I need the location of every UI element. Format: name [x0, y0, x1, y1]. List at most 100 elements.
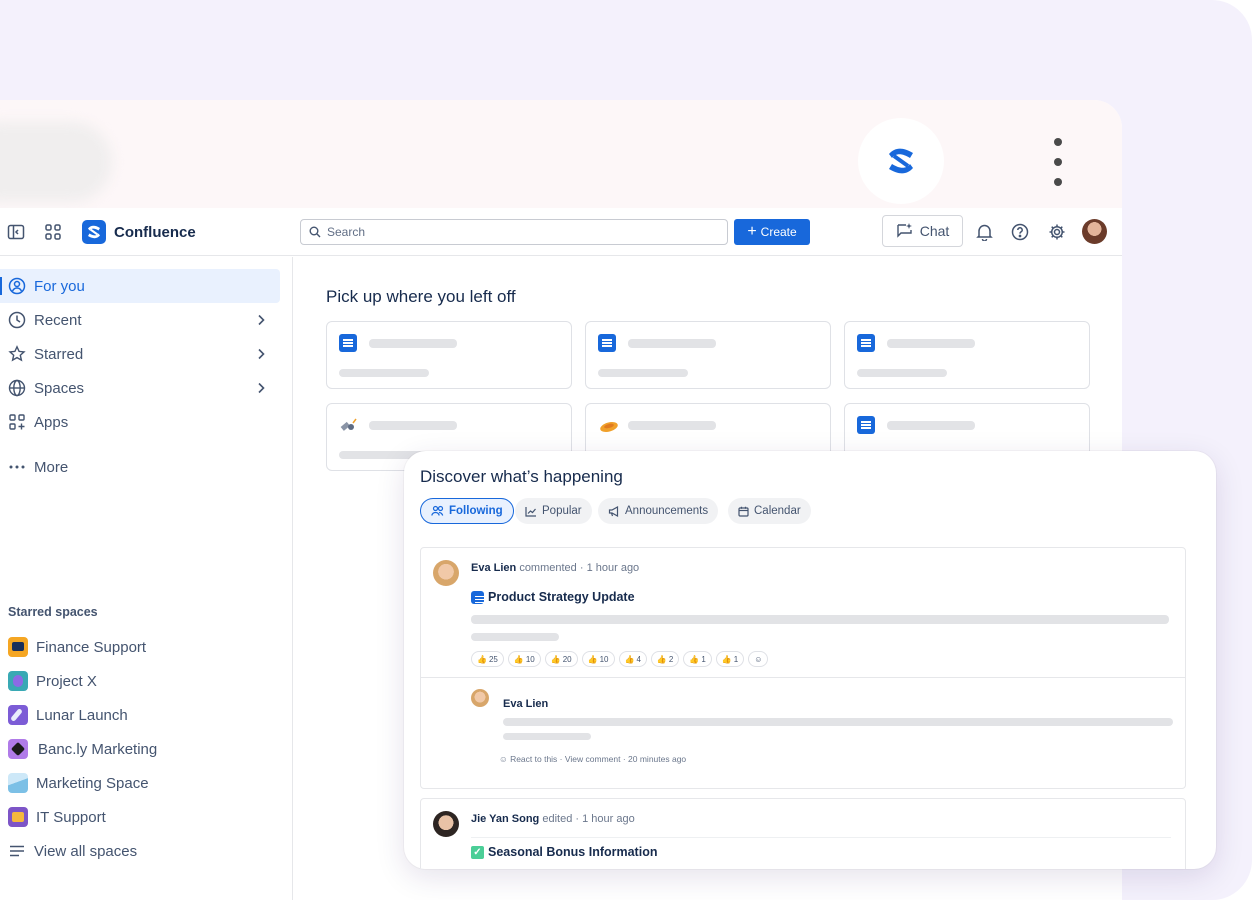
space-label: Project X	[36, 672, 97, 690]
sidebar-item-spaces[interactable]: Spaces	[0, 371, 280, 405]
placeholder-bar	[339, 369, 429, 377]
search-input[interactable]	[327, 225, 707, 239]
pick-up-title: Pick up where you left off	[326, 287, 516, 306]
settings-icon[interactable]	[1046, 221, 1068, 243]
author-name[interactable]: Jie Yan Song	[471, 813, 539, 825]
author-avatar[interactable]	[433, 560, 459, 586]
feed-item[interactable]: Eva Lien commented · 1 hour ago Product …	[420, 547, 1186, 789]
sidebar-item-starred[interactable]: Starred	[0, 337, 280, 371]
page-icon	[857, 416, 875, 434]
mountain-space-icon	[8, 773, 28, 793]
bancly-space-icon	[8, 739, 28, 759]
finance-space-icon	[8, 637, 28, 657]
notifications-icon[interactable]	[973, 221, 995, 243]
tab-label: Announcements	[625, 505, 709, 517]
smiley-icon: ☺	[754, 654, 763, 664]
chat-sparkle-icon	[897, 223, 912, 238]
sidebar-item-label: Recent	[34, 311, 82, 329]
plus-icon: +	[747, 223, 757, 240]
reaction-chip[interactable]: 👍 4	[618, 651, 647, 667]
chevron-right-icon[interactable]	[254, 381, 268, 395]
sidebar-item-label: View all spaces	[34, 842, 138, 860]
comment-time: 20 minutes ago	[628, 754, 687, 764]
tab-label: Following	[449, 505, 503, 517]
frisbee-icon	[600, 422, 618, 432]
tab-following[interactable]: Following	[420, 498, 514, 524]
post-meta: Eva Lien commented · 1 hour ago	[471, 562, 640, 574]
sidebar-view-all-spaces[interactable]: View all spaces	[0, 834, 280, 868]
view-comment-link[interactable]: View comment	[565, 754, 621, 764]
placeholder-bar	[598, 369, 688, 377]
sidebar-space-lunar-launch[interactable]: Lunar Launch	[0, 698, 280, 732]
space-label: Marketing Space	[36, 774, 149, 792]
divider	[421, 677, 1185, 678]
post-title-text: Product Strategy Update	[488, 590, 635, 604]
brand[interactable]: Confluence	[82, 220, 196, 244]
comment-author[interactable]: Eva Lien	[503, 698, 548, 710]
recent-card[interactable]	[585, 321, 831, 389]
chat-button[interactable]: Chat	[882, 215, 963, 247]
create-button[interactable]: + Create	[734, 219, 810, 245]
tab-label: Calendar	[754, 505, 801, 517]
reaction-chip[interactable]: 👍 10	[581, 651, 615, 667]
reaction-chip[interactable]: 👍 1	[715, 651, 745, 667]
reaction-chip[interactable]: 👍 25	[471, 651, 504, 667]
page-icon	[339, 334, 357, 352]
placeholder-bar	[887, 421, 975, 430]
reaction-chip[interactable]: 👍 20	[544, 651, 578, 667]
react-to-this-link[interactable]: React to this	[510, 754, 557, 764]
thumbs-up-icon: 👍	[477, 654, 487, 664]
user-avatar[interactable]	[1082, 219, 1107, 244]
sidebar-space-bancly-marketing[interactable]: Banc.ly Marketing	[0, 732, 280, 766]
clock-icon	[8, 311, 26, 329]
app-name: Confluence	[114, 223, 196, 241]
tab-announcements[interactable]: Announcements	[598, 498, 719, 524]
sidebar-toggle-icon[interactable]	[6, 222, 26, 242]
reaction-chip[interactable]: 👍 10	[507, 651, 541, 667]
add-reaction-button[interactable]: ☺	[748, 651, 769, 667]
sidebar-item-for-you[interactable]: For you	[0, 269, 280, 303]
sidebar-item-apps[interactable]: Apps	[0, 405, 280, 439]
post-title[interactable]: ✓ Seasonal Bonus Information	[471, 845, 657, 859]
list-icon	[10, 845, 24, 857]
star-icon	[8, 345, 26, 362]
app-switcher-icon[interactable]	[43, 222, 63, 242]
search-box[interactable]	[300, 219, 728, 245]
more-options-icon[interactable]	[1048, 138, 1068, 186]
feed-item[interactable]: Jie Yan Song edited · 1 hour ago ✓ Seaso…	[420, 798, 1186, 869]
sidebar-item-more[interactable]: More	[0, 450, 280, 484]
search-icon	[309, 226, 321, 238]
tab-popular[interactable]: Popular	[515, 498, 592, 524]
globe-icon	[8, 379, 26, 397]
help-icon[interactable]	[1009, 221, 1031, 243]
placeholder-bar	[887, 339, 975, 348]
post-title[interactable]: Product Strategy Update	[471, 590, 635, 604]
reaction-bar: 👍 25 👍 10 👍 20 👍 10 👍 4 👍 2 👍 1 👍 1 ☺	[471, 651, 769, 667]
author-avatar[interactable]	[433, 811, 459, 837]
comment-author-avatar[interactable]	[471, 689, 489, 707]
chevron-right-icon[interactable]	[254, 347, 268, 361]
placeholder-bar	[503, 733, 591, 740]
author-name[interactable]: Eva Lien	[471, 562, 516, 574]
ellipsis-icon	[9, 465, 25, 469]
recent-card[interactable]	[326, 321, 572, 389]
sidebar-space-it-support[interactable]: IT Support	[0, 800, 280, 834]
sidebar-item-recent[interactable]: Recent	[0, 303, 280, 337]
sidebar-space-marketing-space[interactable]: Marketing Space	[0, 766, 280, 800]
recent-card[interactable]	[844, 321, 1090, 389]
space-label: Finance Support	[36, 638, 147, 656]
tab-calendar[interactable]: Calendar	[728, 498, 811, 524]
thumbs-up-icon: 👍	[689, 654, 700, 664]
chevron-right-icon[interactable]	[254, 313, 268, 327]
sidebar-space-project-x[interactable]: Project X	[0, 664, 280, 698]
reaction-chip[interactable]: 👍 2	[650, 651, 680, 667]
divider	[471, 837, 1171, 838]
confluence-logo-badge	[858, 118, 944, 204]
reaction-chip[interactable]: 👍 1	[683, 651, 712, 667]
sidebar-item-label: For you	[34, 277, 85, 295]
it-support-space-icon	[8, 807, 28, 827]
sidebar-space-finance-support[interactable]: Finance Support	[0, 630, 280, 664]
top-navigation: Confluence + Create Chat	[0, 208, 1122, 256]
post-time: 1 hour ago	[582, 813, 635, 825]
confluence-mark-icon	[82, 220, 106, 244]
